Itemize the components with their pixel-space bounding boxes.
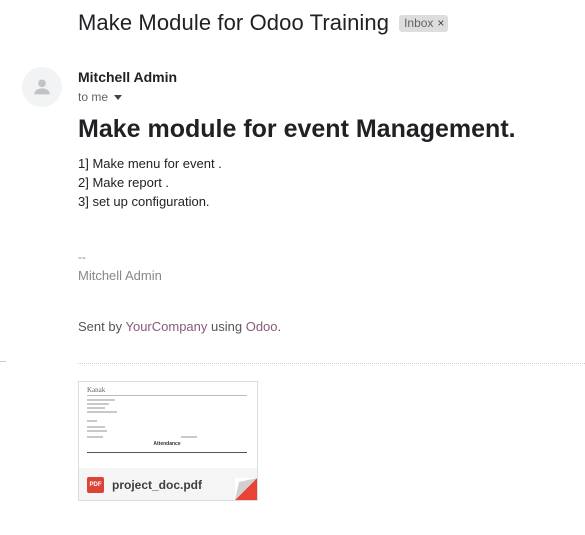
attachment-preview: Kanak Attendance bbox=[79, 382, 257, 468]
preview-text-line bbox=[87, 411, 117, 413]
inbox-label-chip[interactable]: Inbox × bbox=[399, 14, 449, 32]
preview-title: Attendance bbox=[153, 441, 181, 447]
preview-dates bbox=[87, 436, 197, 438]
body-line: 3] set up configuration. bbox=[78, 194, 210, 209]
preview-text-line bbox=[87, 430, 107, 432]
recipient-details-toggle[interactable]: to me bbox=[78, 90, 123, 104]
body-heading: Make module for event Management. bbox=[78, 115, 516, 143]
sender-name[interactable]: Mitchell Admin bbox=[78, 69, 177, 85]
email-subject: Make Module for Odoo Training bbox=[78, 10, 390, 35]
company-link[interactable]: YourCompany bbox=[125, 319, 207, 334]
preview-text-line bbox=[87, 420, 97, 422]
pdf-icon: PDF bbox=[87, 477, 104, 493]
remove-label-icon[interactable]: × bbox=[437, 16, 444, 30]
attachment-footer: PDF project_doc.pdf bbox=[79, 468, 257, 500]
recipient-text: to me bbox=[78, 90, 109, 104]
sent-by-prefix: Sent by bbox=[78, 319, 123, 334]
sent-by-middle: using bbox=[211, 319, 243, 334]
left-divider-tick bbox=[0, 361, 6, 362]
odoo-link[interactable]: Odoo bbox=[246, 319, 278, 334]
signature-separator: -- bbox=[78, 250, 86, 264]
preview-text-line bbox=[87, 399, 115, 401]
attachment-filename[interactable]: project_doc.pdf bbox=[112, 478, 202, 492]
preview-text-line bbox=[87, 403, 109, 405]
preview-text-line bbox=[87, 436, 103, 438]
attachment-card[interactable]: Kanak Attendance PDF project_doc.pdf bbox=[78, 381, 258, 501]
preview-text-line bbox=[181, 436, 197, 438]
signature-name: Mitchell Admin bbox=[78, 268, 162, 283]
sent-by-line: Sent by YourCompany using Odoo. bbox=[78, 319, 281, 334]
body-line: 1] Make menu for event . bbox=[78, 156, 222, 171]
page-fold-icon bbox=[235, 478, 257, 500]
attachments-divider bbox=[78, 363, 585, 364]
person-icon bbox=[34, 79, 50, 95]
preview-table bbox=[87, 452, 247, 460]
sent-by-suffix: . bbox=[277, 319, 282, 334]
preview-logo: Kanak bbox=[87, 386, 247, 396]
body-list: 1] Make menu for event . 2] Make report … bbox=[78, 154, 222, 211]
sender-avatar[interactable] bbox=[22, 67, 62, 107]
body-line: 2] Make report . bbox=[78, 175, 170, 190]
inbox-label-text: Inbox bbox=[404, 15, 434, 30]
subject-row: Make Module for Odoo Training Inbox × bbox=[78, 10, 449, 36]
preview-text-line bbox=[87, 426, 105, 428]
preview-text-line bbox=[87, 407, 105, 409]
chevron-down-icon[interactable] bbox=[114, 94, 123, 100]
